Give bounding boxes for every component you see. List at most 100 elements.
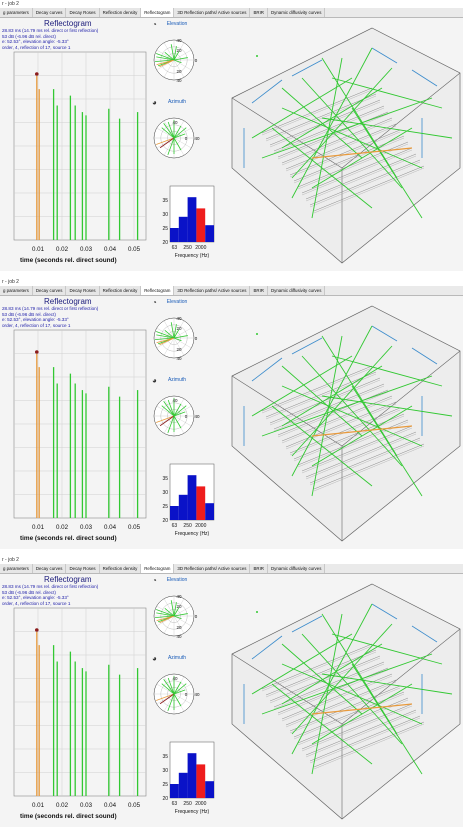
x-tick-label: 0.03 [80,246,93,253]
x-tick-label: 2000 [195,801,206,807]
tab-reflection-density[interactable]: Reflection density [99,286,142,295]
tab-dynamic-diffusivity-curves[interactable]: Dynamic diffusivity curves [267,564,326,573]
frequency-histogram[interactable]: 35 30 25 20 63 250 2000 Frequency (Hz) [158,184,216,264]
polar-tick-label: 40 [194,136,200,141]
tab-g-parameters[interactable]: g parameters [0,8,33,17]
tab-brir[interactable]: BRIR [250,286,268,295]
frequency-bar [178,772,188,798]
y-tick-label: 30 [162,768,168,774]
tab-dynamic-diffusivity-curves[interactable]: Dynamic diffusivity curves [267,8,326,17]
tab-reflectogram[interactable]: Reflectogram [141,8,175,17]
tab-3d-reflection-paths-active-sources[interactable]: 3D Reflection paths/ Active sources [174,286,251,295]
tab-dynamic-diffusivity-curves[interactable]: Dynamic diffusivity curves [267,286,326,295]
tab-brir[interactable]: BRIR [250,8,268,17]
elevation-polar: 40 20 0 20 40 [153,38,198,83]
reflectogram-chart[interactable]: 0.01 0.02 0.03 0.04 0.05 [0,328,150,533]
azimuth-polar: 400 40 [153,395,200,437]
tab-decay-curves[interactable]: Decay curves [32,286,67,295]
tab-3d-reflection-paths-active-sources[interactable]: 3D Reflection paths/ Active sources [174,564,251,573]
tab-brir[interactable]: BRIR [250,564,268,573]
room-outline [231,583,461,820]
frequency-bar [196,486,206,520]
y-tick-label: 30 [162,212,168,218]
x-tick-label: 0.02 [56,246,69,253]
tab-bar: g parameters Decay curves Decay Roses Refle… [0,286,463,296]
3d-room-model[interactable] [222,296,463,546]
frequency-histogram[interactable]: 35 30 25 20 63 250 2000 Frequency (Hz) [158,740,216,820]
tab-bar: g parameters Decay curves Decay Roses Refle… [0,564,463,574]
polar-tick-label: 20 [176,625,182,630]
x-tick-label: 250 [183,523,192,529]
3d-room-model[interactable] [222,18,463,268]
tab-reflection-density[interactable]: Reflection density [99,8,142,17]
y-tick-label: 20 [162,796,168,802]
tab-decay-roses[interactable]: Decay Roses [66,8,100,17]
azimuth-title: Azimuth [167,655,187,661]
reflectogram-chart[interactable]: 0.01 0.02 0.03 0.04 0.05 [0,50,150,255]
tab-reflectogram[interactable]: Reflectogram [141,286,175,295]
reflectogram-chart[interactable]: 0.01 0.02 0.03 0.04 0.05 [0,606,150,811]
tab-g-parameters[interactable]: g parameters [0,286,33,295]
3d-room-model[interactable] [222,574,463,824]
x-tick-label: 250 [183,245,192,251]
tab-decay-roses[interactable]: Decay Roses [66,564,100,573]
y-tick-label: 25 [162,226,168,232]
polar-tick-label: 40 [176,634,182,639]
tab-decay-curves[interactable]: Decay curves [32,564,67,573]
reflectogram-panel: r - job 2 g parameters Decay curves Decay … [0,556,463,827]
elevation-polar: 40 20 0 20 40 [153,316,198,361]
elevation-plot[interactable]: ◔ Elevation 40 20 0 20 40 [152,20,202,90]
source-marker [256,55,258,57]
frequency-bar [170,784,179,798]
reflectogram-panel: r - job 2 g parameters Decay curves Decay … [0,278,463,549]
polar-tick-label: 0 [195,58,198,63]
tab-reflection-density[interactable]: Reflection density [99,564,142,573]
x-tick-label: 0.05 [128,524,141,531]
elevation-plot[interactable]: ◔ Elevation 40 20 0 20 40 [152,298,202,368]
x-tick-label: 0.01 [32,802,45,809]
azimuth-plot[interactable]: ◕ Azimuth 40 0 40 [152,376,202,446]
y-tick-label: 20 [162,518,168,524]
frequency-bar [170,506,179,520]
histogram-xlabel: Frequency (Hz) [175,253,210,259]
polar-tick-label: 40 [172,398,178,403]
selected-reflection-marker [35,350,39,354]
frequency-histogram[interactable]: 35 30 25 20 63 250 2000 Frequency (Hz) [158,462,216,542]
tab-g-parameters[interactable]: g parameters [0,564,33,573]
azimuth-plot[interactable]: ◕ Azimuth 40 0 40 [152,654,202,724]
x-tick-label: 63 [172,245,178,251]
x-tick-label: 63 [172,523,178,529]
polar-tick-label: 0 [195,614,198,619]
frequency-bar [187,197,197,242]
tab-decay-curves[interactable]: Decay curves [32,8,67,17]
elevation-plot[interactable]: ◔ Elevation 40 20 0 20 40 [152,576,202,646]
tab-reflectogram[interactable]: Reflectogram [141,564,175,573]
frequency-bar [196,208,206,242]
x-tick-label: 0.03 [80,802,93,809]
x-tick-label: 250 [183,801,192,807]
azimuth-plot[interactable]: ◕ Azimuth 40 0 40 [152,98,202,168]
elevation-title: Elevation [166,299,188,305]
reflection-info: 28.83 ms (14.79 ms rel. direct or first … [2,306,98,329]
x-tick-label: 0.01 [32,524,45,531]
polar-tick-label: 20 [176,604,182,609]
x-tick-label: 2000 [195,523,206,529]
x-tick-label: 0.02 [56,524,69,531]
y-tick-label: 25 [162,782,168,788]
reflection-info: 28.83 ms (14.79 ms rel. direct or first … [2,584,98,607]
polar-tick-label: 40 [172,120,178,125]
y-tick-label: 25 [162,504,168,510]
room-outline [231,305,461,542]
reflection-info: 28.83 ms (14.79 ms rel. direct or first … [2,28,98,51]
frequency-bar [205,781,214,798]
tab-bar: g parameters Decay curves Decay Roses Refle… [0,8,463,18]
x-tick-label: 0.05 [128,802,141,809]
selected-reflection-marker [35,72,39,76]
x-axis-label: time (seconds rel. direct sound) [20,535,117,542]
y-tick-label: 35 [162,198,168,204]
polar-tick-label: 20 [176,347,182,352]
source-marker [256,333,258,335]
polar-tick-label: 40 [176,78,182,83]
tab-decay-roses[interactable]: Decay Roses [66,286,100,295]
tab-3d-reflection-paths-active-sources[interactable]: 3D Reflection paths/ Active sources [174,8,251,17]
